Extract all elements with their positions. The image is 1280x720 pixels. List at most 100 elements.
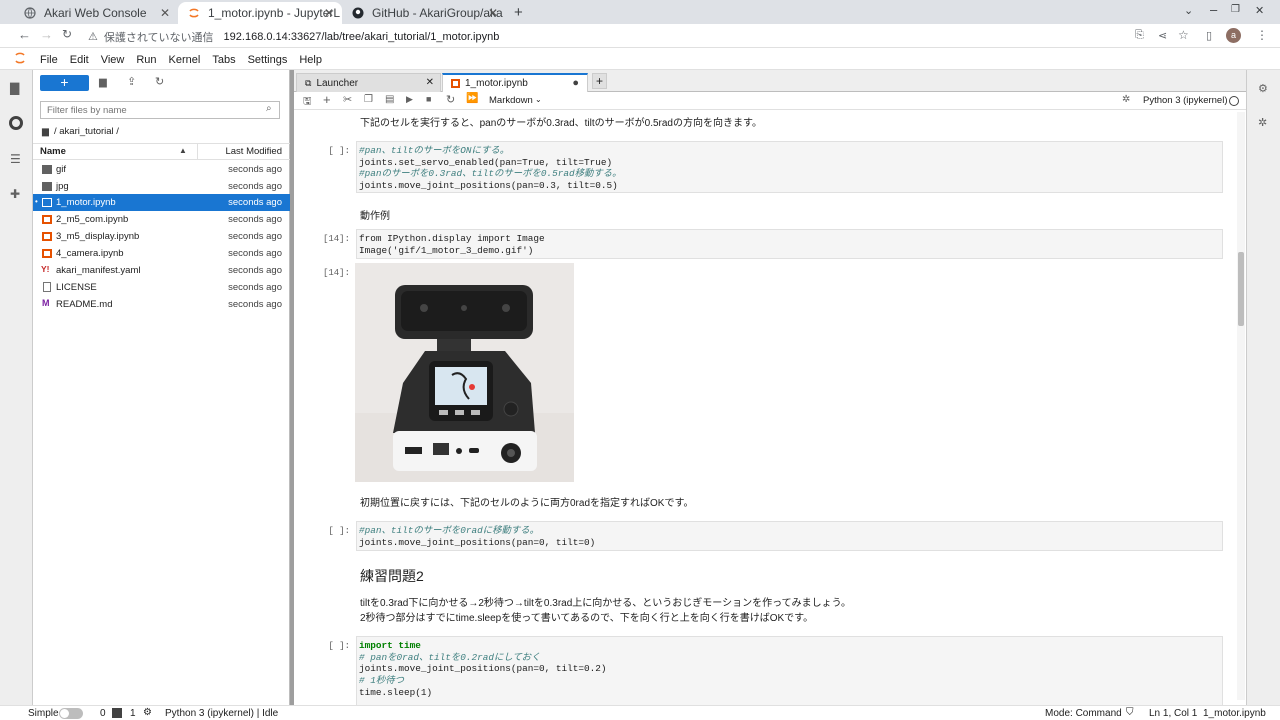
toc-icon[interactable]: ☰ (10, 152, 21, 166)
add-tab-icon[interactable]: + (592, 73, 607, 89)
menu-view[interactable]: View (101, 54, 125, 66)
unsaved-dot-icon[interactable]: ● (572, 77, 579, 89)
omnibox[interactable]: ⚠ 保護されていない通信 192.168.0.14:33627/lab/tree… (84, 28, 1194, 45)
property-inspector-icon[interactable]: ⚙ (1258, 82, 1268, 95)
cut-icon[interactable]: ✂ (343, 93, 352, 106)
new-folder-icon[interactable]: ▆ (99, 77, 107, 88)
file-row-readme[interactable]: M README.md seconds ago (33, 296, 290, 313)
file-filter-input[interactable] (40, 101, 280, 119)
code-cell-1[interactable]: #pan、tiltのサーボをONにする。 joints.set_servo_ena… (356, 141, 1223, 193)
notebook-scrollbar[interactable] (1237, 112, 1245, 700)
restart-icon[interactable]: ↻ (446, 93, 455, 106)
scrollbar-thumb[interactable] (1238, 252, 1244, 326)
breadcrumb[interactable]: / akari_tutorial / (54, 126, 119, 137)
running-icon[interactable] (9, 116, 23, 130)
file-row-2-m5-com[interactable]: 2_m5_com.ipynb seconds ago (33, 211, 290, 228)
browser-tab-jupyter[interactable]: 1_motor.ipynb - JupyterL ✕ (178, 2, 342, 24)
forward-icon[interactable]: → (40, 27, 53, 42)
reload-icon[interactable]: ↻ (62, 27, 72, 41)
new-tab-icon[interactable]: + (514, 4, 523, 21)
file-row-1-motor[interactable]: • 1_motor.ipynb seconds ago (33, 194, 290, 211)
profile-avatar[interactable]: a (1226, 28, 1241, 43)
sidepanel-icon[interactable]: ▯ (1206, 29, 1212, 42)
chevron-down-icon[interactable]: ⌄ (535, 95, 542, 104)
security-label: 保護されていない通信 (103, 31, 214, 44)
translate-icon[interactable]: ⎘ (1135, 29, 1144, 42)
file-row-gif[interactable]: gif seconds ago (33, 161, 290, 178)
menu-settings[interactable]: Settings (248, 54, 288, 66)
markdown-icon: M (42, 298, 50, 308)
stop-icon[interactable]: ■ (426, 94, 431, 104)
terminal-icon[interactable] (112, 708, 122, 718)
extension-icon[interactable]: ✚ (10, 187, 20, 201)
refresh-icon[interactable]: ↻ (155, 75, 164, 88)
share-icon[interactable]: ⋖ (1158, 29, 1167, 42)
shield-icon[interactable]: ⛉ (1126, 707, 1134, 718)
close-icon[interactable]: ✕ (426, 77, 434, 88)
menu-edit[interactable]: Edit (70, 54, 89, 66)
menu-tabs[interactable]: Tabs (212, 54, 235, 66)
bookmark-star-icon[interactable]: ☆ (1178, 28, 1189, 42)
run-icon[interactable]: ▶ (406, 94, 413, 105)
jupyter-menubar: File Edit View Run Kernel Tabs Settings … (0, 50, 1280, 70)
close-icon[interactable]: ✕ (488, 6, 498, 20)
kebab-menu-icon[interactable]: ⋮ (1256, 28, 1268, 42)
code-cell-3[interactable]: #pan、tiltのサーボを0radに移動する。 joints.move_join… (356, 521, 1223, 551)
breadcrumb-folder-icon[interactable]: ▆ (42, 126, 49, 137)
browser-tab-akari-console[interactable]: Akari Web Console ✕ (14, 2, 178, 24)
file-row-license[interactable]: LICENSE seconds ago (33, 279, 290, 296)
file-row-4-camera[interactable]: 4_camera.ipynb seconds ago (33, 245, 290, 262)
kernel-gear-icon[interactable]: ⚙ (143, 707, 152, 718)
insert-cell-icon[interactable]: + (323, 92, 331, 107)
document-tabbar: ⧉ Launcher ✕ 1_motor.ipynb ● + (294, 70, 1246, 92)
save-icon[interactable]: 🖫 (303, 94, 312, 111)
close-icon[interactable]: ✕ (324, 6, 334, 20)
cell-type-select[interactable]: Markdown (489, 95, 533, 106)
paste-icon[interactable]: ▤ (385, 94, 394, 105)
browser-tab-github[interactable]: GitHub - AkariGroup/aka ✕ (342, 2, 506, 24)
cell-prompt: [ ]: (328, 641, 350, 651)
kernel-count: 1 (130, 708, 136, 719)
code-cell-4[interactable]: import time # panを0rad、tiltを0.2radにしておく jo… (356, 636, 1223, 705)
tab-1-motor[interactable]: 1_motor.ipynb ● (442, 73, 588, 92)
debugger-icon[interactable]: ✲ (1258, 116, 1267, 129)
new-launcher-button[interactable]: + (40, 75, 89, 91)
menu-file[interactable]: File (40, 54, 58, 66)
menu-kernel[interactable]: Kernel (169, 54, 201, 66)
markdown-cell-2: 動作例 (360, 211, 390, 222)
cell-prompt: [14]: (322, 234, 350, 244)
sort-asc-icon: ▲ (179, 146, 187, 155)
fast-forward-icon[interactable]: ⏩ (466, 93, 478, 104)
close-icon[interactable]: ✕ (160, 6, 170, 20)
cursor-position[interactable]: Ln 1, Col 1 (1149, 708, 1197, 719)
output-prompt: [14]: (322, 268, 350, 278)
kernel-status[interactable]: Python 3 (ipykernel) | Idle (165, 708, 278, 719)
upload-icon[interactable]: ⇪ (127, 75, 136, 88)
copy-icon[interactable]: ❐ (364, 94, 373, 105)
globe-icon (24, 7, 36, 19)
name-column-header[interactable]: Name (40, 146, 66, 157)
minimize-icon[interactable]: – (1210, 2, 1217, 17)
menu-help[interactable]: Help (299, 54, 322, 66)
code-cell-2[interactable]: from IPython.display import Image Image('… (356, 229, 1223, 259)
notebook-toolbar: 🖫 + ✂ ❐ ▤ ▶ ■ ↻ ⏩ Markdown ⌄ ✲ Python 3 … (294, 92, 1246, 110)
section-heading: 練習問題2 (360, 568, 424, 584)
tab-launcher[interactable]: ⧉ Launcher ✕ (296, 73, 441, 92)
notebook-panel[interactable]: 下記のセルを実行すると、panのサーボが0.3rad、tiltのサーボが0.5r… (294, 110, 1239, 705)
jupyter-icon (188, 7, 200, 19)
file-row-manifest[interactable]: Y! akari_manifest.yaml seconds ago (33, 262, 290, 279)
file-row-3-m5-display[interactable]: 3_m5_display.ipynb seconds ago (33, 228, 290, 245)
back-icon[interactable]: ← (18, 27, 31, 42)
debug-icon[interactable]: ✲ (1122, 94, 1130, 105)
folder-icon[interactable]: ▇ (10, 81, 19, 95)
restore-icon[interactable]: ❐ (1231, 4, 1240, 15)
window-close-icon[interactable]: ✕ (1255, 4, 1264, 17)
simple-mode-toggle[interactable] (59, 708, 83, 719)
menu-run[interactable]: Run (136, 54, 156, 66)
last-modified-column-header[interactable]: Last Modified (225, 146, 282, 157)
markdown-cell-1: 下記のセルを実行すると、panのサーボが0.3rad、tiltのサーボが0.5r… (360, 118, 762, 129)
notebook-icon (42, 232, 52, 241)
kernel-name[interactable]: Python 3 (ipykernel) (1143, 95, 1227, 106)
chevron-down-icon[interactable]: ⌄ (1184, 4, 1193, 17)
file-row-jpg[interactable]: jpg seconds ago (33, 178, 290, 195)
